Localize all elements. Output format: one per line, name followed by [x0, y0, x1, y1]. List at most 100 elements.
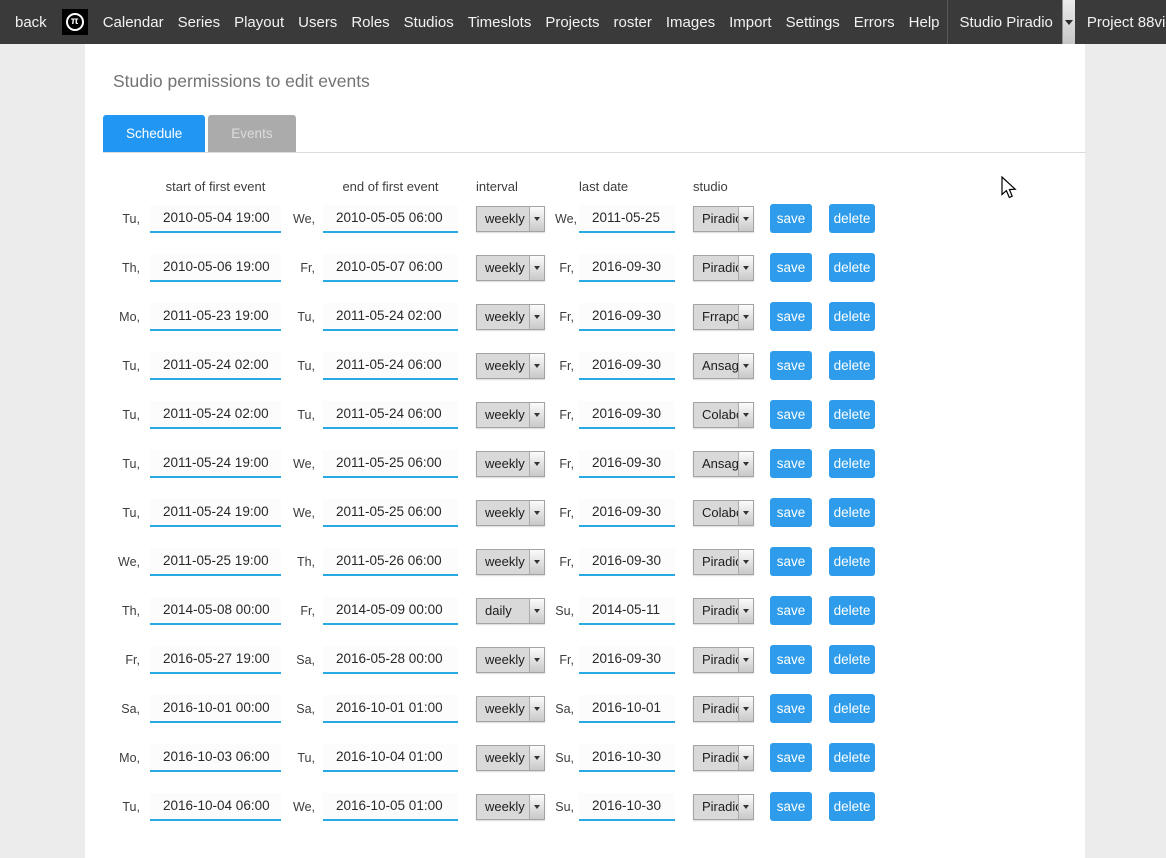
nav-item-settings[interactable]: Settings: [779, 14, 847, 31]
studio-row-select[interactable]: Piradio: [693, 255, 754, 281]
chevron-down-icon[interactable]: [738, 207, 753, 231]
start-datetime-input[interactable]: [150, 303, 281, 331]
save-button[interactable]: save: [770, 351, 812, 380]
save-button[interactable]: save: [770, 743, 812, 772]
start-datetime-input[interactable]: [150, 205, 281, 233]
chevron-down-icon[interactable]: [738, 746, 753, 770]
chevron-down-icon[interactable]: [529, 697, 544, 721]
start-datetime-input[interactable]: [150, 597, 281, 625]
chevron-down-icon[interactable]: [529, 501, 544, 525]
end-datetime-input[interactable]: [323, 303, 458, 331]
last-date-input[interactable]: [579, 254, 675, 282]
nav-item-help[interactable]: Help: [902, 14, 947, 31]
project-select[interactable]: Project 88vier: [1075, 0, 1166, 44]
last-date-input[interactable]: [579, 548, 675, 576]
interval-select[interactable]: weekly: [476, 255, 545, 281]
end-datetime-input[interactable]: [323, 499, 458, 527]
tab-events[interactable]: Events: [208, 115, 295, 152]
start-datetime-input[interactable]: [150, 646, 281, 674]
chevron-down-icon[interactable]: [529, 354, 544, 378]
start-datetime-input[interactable]: [150, 695, 281, 723]
chevron-down-icon[interactable]: [738, 501, 753, 525]
studio-row-select[interactable]: Ansage: [693, 451, 754, 477]
start-datetime-input[interactable]: [150, 450, 281, 478]
nav-item-playout[interactable]: Playout: [227, 14, 291, 31]
end-datetime-input[interactable]: [323, 597, 458, 625]
last-date-input[interactable]: [579, 695, 675, 723]
last-date-input[interactable]: [579, 793, 675, 821]
last-date-input[interactable]: [579, 646, 675, 674]
chevron-down-icon[interactable]: [738, 795, 753, 819]
delete-button[interactable]: delete: [829, 498, 875, 527]
delete-button[interactable]: delete: [829, 253, 875, 282]
last-date-input[interactable]: [579, 597, 675, 625]
end-datetime-input[interactable]: [323, 548, 458, 576]
start-datetime-input[interactable]: [150, 352, 281, 380]
interval-select[interactable]: weekly: [476, 794, 545, 820]
chevron-down-icon[interactable]: [529, 795, 544, 819]
save-button[interactable]: save: [770, 792, 812, 821]
nav-item-roster[interactable]: roster: [607, 14, 659, 31]
chevron-down-icon[interactable]: [1062, 0, 1075, 44]
save-button[interactable]: save: [770, 449, 812, 478]
last-date-input[interactable]: [579, 401, 675, 429]
nav-item-users[interactable]: Users: [291, 14, 344, 31]
delete-button[interactable]: delete: [829, 645, 875, 674]
chevron-down-icon[interactable]: [529, 746, 544, 770]
chevron-down-icon[interactable]: [529, 648, 544, 672]
chevron-down-icon[interactable]: [738, 256, 753, 280]
chevron-down-icon[interactable]: [738, 599, 753, 623]
save-button[interactable]: save: [770, 645, 812, 674]
studio-row-select[interactable]: Piradio: [693, 549, 754, 575]
nav-item-studios[interactable]: Studios: [397, 14, 461, 31]
delete-button[interactable]: delete: [829, 400, 875, 429]
studio-row-select[interactable]: Piradio: [693, 794, 754, 820]
save-button[interactable]: save: [770, 596, 812, 625]
start-datetime-input[interactable]: [150, 793, 281, 821]
nav-item-projects[interactable]: Projects: [538, 14, 606, 31]
nav-item-calendar[interactable]: Calendar: [96, 14, 171, 31]
chevron-down-icon[interactable]: [529, 452, 544, 476]
start-datetime-input[interactable]: [150, 401, 281, 429]
save-button[interactable]: save: [770, 204, 812, 233]
delete-button[interactable]: delete: [829, 449, 875, 478]
chevron-down-icon[interactable]: [529, 403, 544, 427]
chevron-down-icon[interactable]: [529, 599, 544, 623]
nav-item-timeslots[interactable]: Timeslots: [461, 14, 539, 31]
last-date-input[interactable]: [579, 303, 675, 331]
start-datetime-input[interactable]: [150, 499, 281, 527]
save-button[interactable]: save: [770, 498, 812, 527]
studio-row-select[interactable]: Piradio: [693, 745, 754, 771]
save-button[interactable]: save: [770, 547, 812, 576]
interval-select[interactable]: weekly: [476, 549, 545, 575]
last-date-input[interactable]: [579, 744, 675, 772]
interval-select[interactable]: weekly: [476, 500, 545, 526]
chevron-down-icon[interactable]: [738, 697, 753, 721]
chevron-down-icon[interactable]: [529, 550, 544, 574]
delete-button[interactable]: delete: [829, 743, 875, 772]
nav-item-series[interactable]: Series: [171, 14, 228, 31]
delete-button[interactable]: delete: [829, 204, 875, 233]
studio-row-select[interactable]: Piradio: [693, 696, 754, 722]
interval-select[interactable]: weekly: [476, 745, 545, 771]
studio-row-select[interactable]: Ansage: [693, 353, 754, 379]
interval-select[interactable]: daily: [476, 598, 545, 624]
delete-button[interactable]: delete: [829, 302, 875, 331]
end-datetime-input[interactable]: [323, 695, 458, 723]
delete-button[interactable]: delete: [829, 792, 875, 821]
interval-select[interactable]: weekly: [476, 451, 545, 477]
studio-row-select[interactable]: Piradio: [693, 647, 754, 673]
save-button[interactable]: save: [770, 253, 812, 282]
end-datetime-input[interactable]: [323, 793, 458, 821]
tab-schedule[interactable]: Schedule: [103, 115, 205, 152]
chevron-down-icon[interactable]: [738, 452, 753, 476]
chevron-down-icon[interactable]: [738, 305, 753, 329]
start-datetime-input[interactable]: [150, 254, 281, 282]
studio-row-select[interactable]: Piradio: [693, 598, 754, 624]
start-datetime-input[interactable]: [150, 548, 281, 576]
pi-radio-logo-icon[interactable]: π: [62, 9, 88, 35]
delete-button[interactable]: delete: [829, 694, 875, 723]
studio-row-select[interactable]: Colabo: [693, 402, 754, 428]
end-datetime-input[interactable]: [323, 352, 458, 380]
interval-select[interactable]: weekly: [476, 304, 545, 330]
